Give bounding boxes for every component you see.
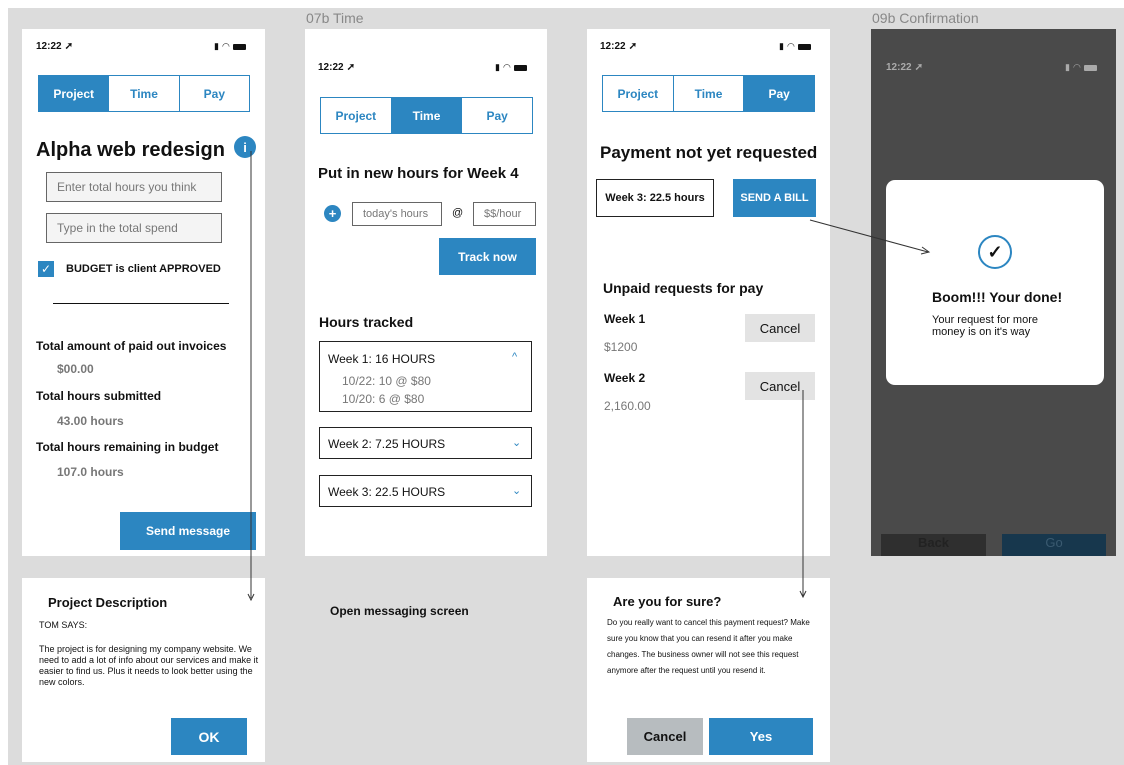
connector-line <box>809 219 929 253</box>
flow-connectors <box>247 151 931 602</box>
